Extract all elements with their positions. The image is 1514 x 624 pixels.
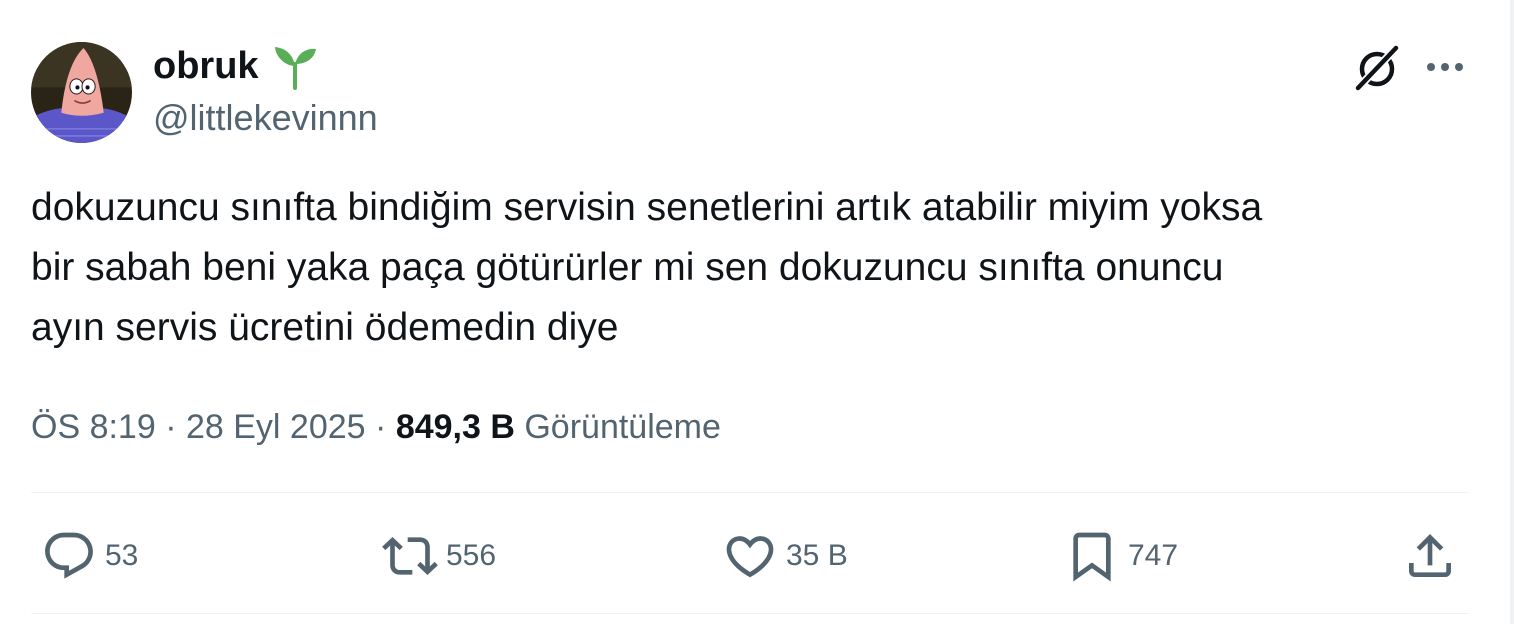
tweet-text: dokuzuncu sınıfta bindiğim servisin sene… (31, 186, 1263, 349)
author-display-name[interactable]: obruk (153, 40, 259, 92)
views-count[interactable]: 849,3 B (396, 408, 515, 446)
bookmark-icon (1073, 532, 1111, 582)
bookmark-count: 747 (1128, 539, 1179, 572)
more-icon[interactable] (1420, 52, 1470, 82)
heart-icon (726, 536, 774, 578)
scrollbar-track (1510, 0, 1514, 624)
divider (31, 613, 1469, 614)
repost-icon (382, 537, 438, 575)
share-button[interactable] (1402, 526, 1458, 586)
bookmark-button[interactable]: 747 (1064, 526, 1178, 586)
grok-icon[interactable] (1352, 43, 1402, 91)
views-label[interactable]: Görüntüleme (524, 408, 721, 446)
tweet-date[interactable]: 28 Eyl 2025 (186, 408, 366, 446)
share-icon (1409, 534, 1451, 577)
repost-button[interactable]: 556 (382, 526, 496, 586)
like-count: 35 B (786, 539, 848, 572)
reply-button[interactable]: 53 (41, 526, 138, 586)
reply-icon (45, 532, 93, 579)
avatar[interactable] (31, 42, 132, 143)
repost-count: 556 (446, 539, 497, 572)
like-button[interactable]: 35 B (722, 526, 848, 586)
meta-separator: · (165, 408, 177, 446)
reply-count: 53 (105, 539, 139, 572)
meta-separator: · (375, 408, 387, 446)
sprout-icon (275, 47, 316, 90)
tweet-time[interactable]: ÖS 8:19 (31, 408, 156, 446)
divider (31, 492, 1469, 493)
author-handle[interactable]: @littlekevinnn (153, 94, 378, 142)
tweet-meta: ÖS 8:19 · 28 Eyl 2025 · 849,3 B Görüntül… (31, 402, 721, 452)
